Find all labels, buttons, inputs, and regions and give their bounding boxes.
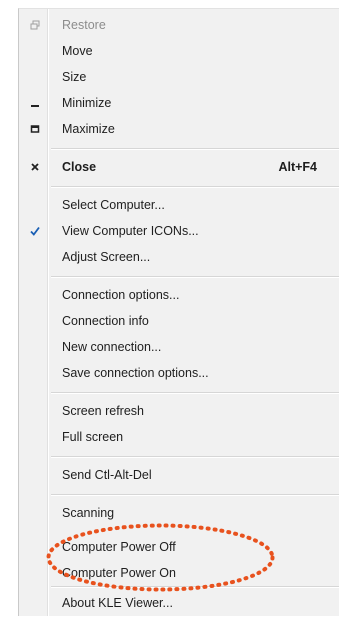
shortcut-text: Alt+F4 [278, 160, 317, 174]
menu-item-close[interactable]: Close Alt+F4 [19, 155, 339, 181]
menu-item-restore[interactable]: Restore [19, 13, 339, 39]
menu-item-label: Move [62, 44, 93, 58]
menu-item-new-connection[interactable]: New connection... [19, 335, 339, 361]
menu-separator [51, 186, 339, 188]
menu-item-save-connection-options[interactable]: Save connection options... [19, 361, 339, 387]
menu-item-label: Screen refresh [62, 404, 144, 418]
menu-item-label: Full screen [62, 430, 124, 444]
menu-separator [51, 276, 339, 278]
menu-item-label: Restore [62, 18, 106, 32]
menu-item-select-computer[interactable]: Select Computer... [19, 193, 339, 219]
menu-item-connection-info[interactable]: Connection info [19, 309, 339, 335]
menu-item-full-screen[interactable]: Full screen [19, 425, 339, 451]
menu-separator [51, 392, 339, 394]
menu-item-label: View Computer ICONs... [62, 224, 199, 238]
maximize-icon [28, 122, 42, 136]
menu-item-size[interactable]: Size [19, 65, 339, 91]
menu-separator [51, 494, 339, 496]
menu-item-label: Save connection options... [62, 366, 209, 380]
menu-item-move[interactable]: Move [19, 39, 339, 65]
menu-item-label: Select Computer... [62, 198, 165, 212]
menu-item-label: Connection options... [62, 288, 180, 302]
menu-item-label: Minimize [62, 96, 112, 110]
menu-separator [51, 456, 339, 458]
checkmark-icon [28, 224, 42, 238]
menu-item-label: About KLE Viewer... [62, 596, 173, 610]
window-system-menu: Restore Move Size Minimize Maximize Clos… [18, 8, 339, 616]
minimize-icon [28, 96, 42, 110]
menu-item-maximize[interactable]: Maximize [19, 117, 339, 143]
close-icon [28, 160, 42, 174]
restore-icon [28, 18, 42, 32]
menu-item-minimize[interactable]: Minimize [19, 91, 339, 117]
menu-item-screen-refresh[interactable]: Screen refresh [19, 399, 339, 425]
menu-item-send-ctl-alt-del[interactable]: Send Ctl-Alt-Del [19, 463, 339, 489]
menu-item-label: Scanning [62, 506, 115, 520]
menu-item-about-kle-viewer[interactable]: About KLE Viewer... [19, 591, 339, 617]
menu-item-label: Send Ctl-Alt-Del [62, 468, 152, 482]
menu-item-label: Maximize [62, 122, 115, 136]
menu-item-label: Size [62, 70, 87, 84]
menu-item-label: New connection... [62, 340, 162, 354]
menu-item-view-computer-icons[interactable]: View Computer ICONs... [19, 219, 339, 245]
menu-item-label: Close [62, 160, 97, 174]
menu-item-adjust-screen[interactable]: Adjust Screen... [19, 245, 339, 271]
menu-item-label: Adjust Screen... [62, 250, 151, 264]
menu-item-label: Connection info [62, 314, 149, 328]
menu-item-connection-options[interactable]: Connection options... [19, 283, 339, 309]
menu-separator [51, 148, 339, 150]
highlight-ellipse-annotation [46, 523, 275, 592]
